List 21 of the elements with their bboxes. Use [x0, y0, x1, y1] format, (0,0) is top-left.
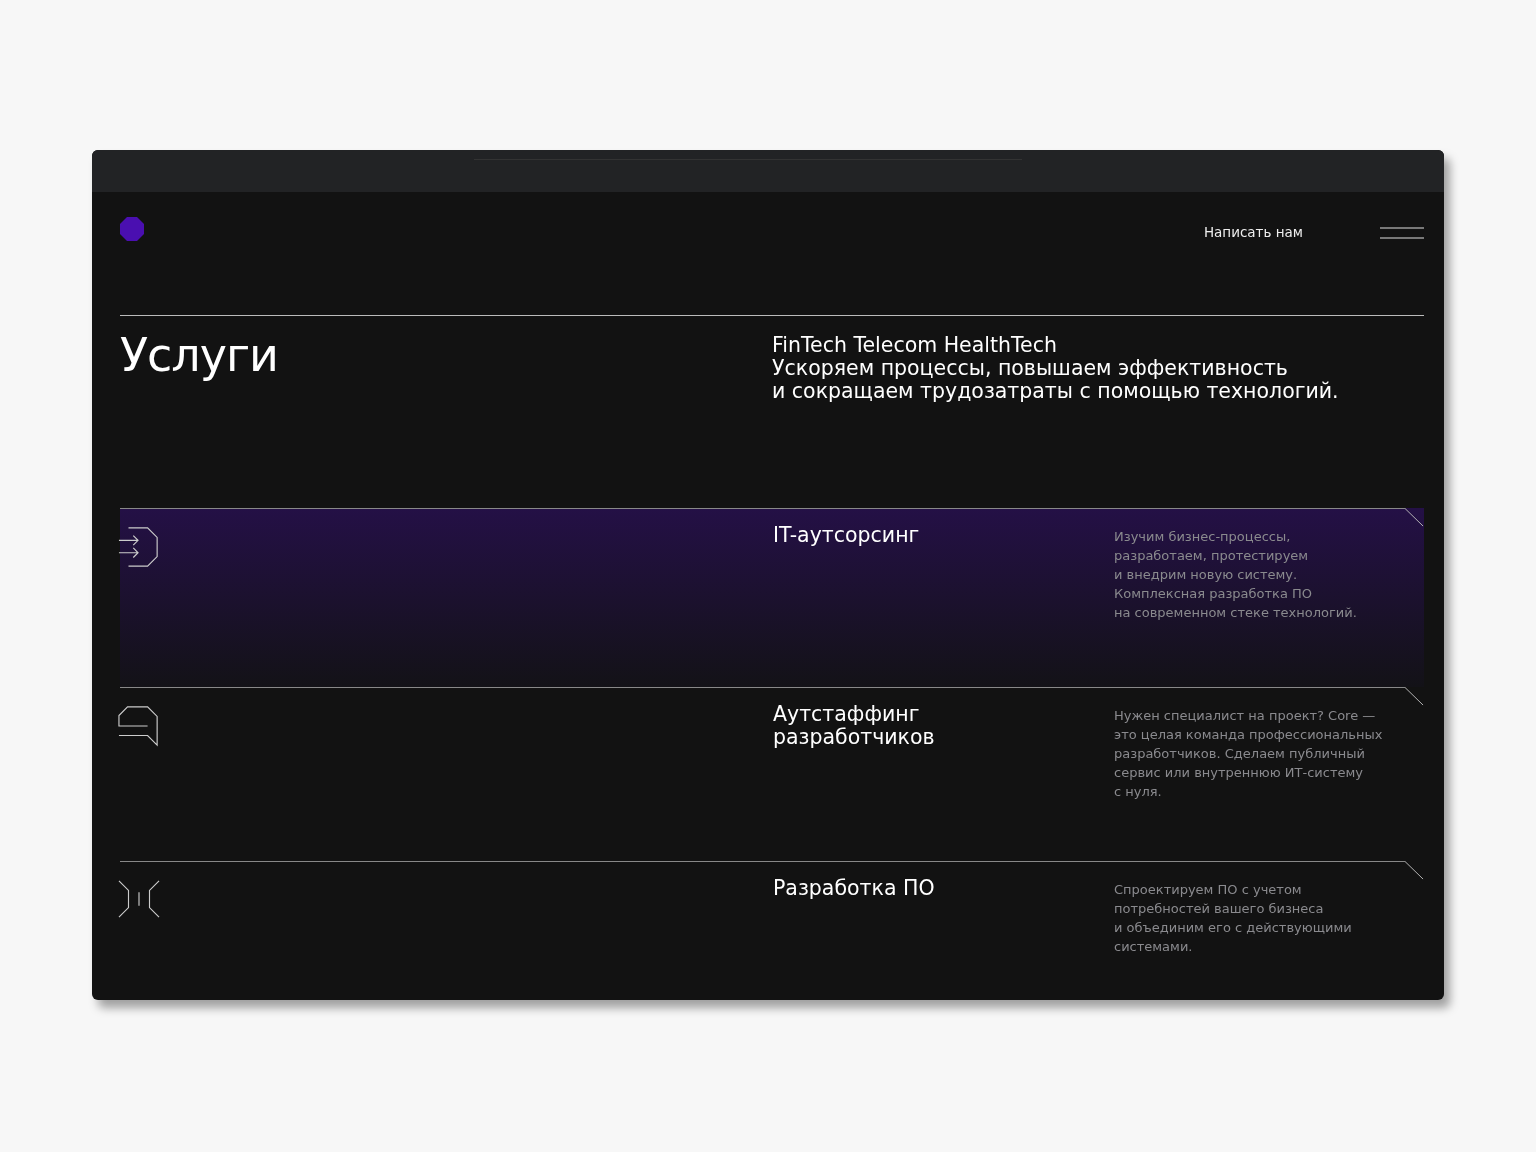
industry-tags: FinTech Telecom HealthTech [772, 334, 1339, 357]
service-title: Разработка ПО [773, 877, 936, 900]
service-description: Спроектируем ПО с учетом потребностей вашего бизнеса и объединим его с действующими системами. [1114, 881, 1352, 956]
service-description: Нужен специалист на проект? Core — это целая команда профессиональных разработчиков. Сделаем публичный сервис или внутреннюю ИТ-систему с нуля. [1114, 707, 1383, 801]
page-title: Услуги [120, 328, 279, 384]
brackets-icon [118, 879, 160, 921]
service-description: Изучим бизнес-процессы, разработаем, протестируем и внедрим новую систему. Комплексная разработка ПО на современном стеке технологий. [1114, 528, 1357, 622]
chat-icon [118, 705, 160, 747]
menu-icon[interactable] [1380, 227, 1424, 239]
service-row[interactable]: Аутстаффинг разработчиков Нужен специалист на проект? Core — это целая команда профессиональных разработчиков. Сделаем публичный сервис или внутреннюю ИТ-систему с нуля. [120, 687, 1424, 861]
arrows-icon [118, 526, 160, 568]
service-row[interactable]: IT-аутсорсинг Изучим бизнес-процессы, разработаем, протестируем и внедрим новую систему. Комплексная разработка ПО на современном стеке технологий. [120, 508, 1424, 687]
service-row[interactable]: Разработка ПО Спроектируем ПО с учетом потребностей вашего бизнеса и объединим его с действующими системами. [120, 861, 1424, 1000]
intro-text: Ускоряем процессы, повышаем эффективность и сокращаем трудозатраты с помощью технологий. [772, 357, 1339, 403]
corner-notch-line [1405, 687, 1424, 706]
corner-notch-line [1405, 861, 1424, 880]
contact-link[interactable]: Написать нам [1203, 224, 1303, 240]
logo-icon[interactable] [120, 217, 144, 241]
corner-notch-line [1405, 508, 1424, 527]
service-title: Аутстаффинг разработчиков [773, 703, 936, 749]
service-title: IT-аутсорсинг [773, 524, 921, 547]
